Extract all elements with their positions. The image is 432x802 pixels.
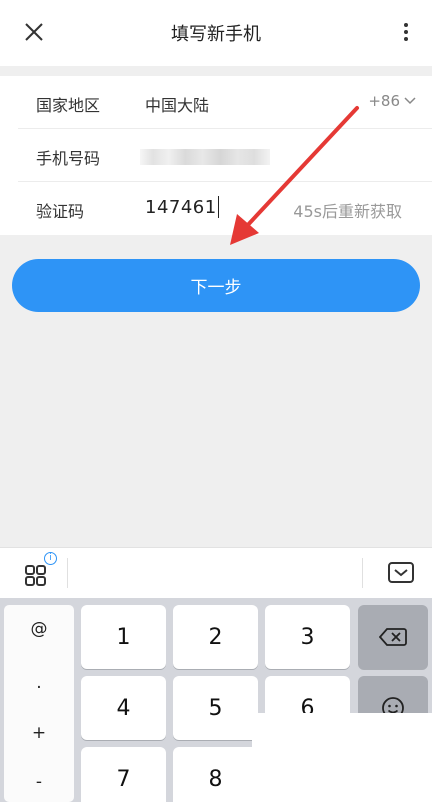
hide-keyboard-button[interactable] [386, 560, 416, 586]
cropped-area [252, 713, 432, 802]
key-2[interactable]: 2 [173, 605, 258, 669]
text-caret [217, 196, 220, 218]
symbol-key-dot[interactable]: . [4, 673, 74, 693]
key-7[interactable]: 7 [81, 747, 166, 802]
key-3[interactable]: 3 [265, 605, 350, 669]
more-vertical-icon [404, 23, 408, 41]
keyboard-hide-icon [388, 562, 414, 583]
key-5[interactable]: 5 [173, 676, 258, 740]
phone-number-input[interactable] [140, 149, 270, 165]
region-row[interactable]: 国家地区 中国大陆 +86 [0, 76, 432, 129]
key-4[interactable]: 4 [81, 676, 166, 740]
keyboard-toolbar: i [0, 547, 432, 598]
resend-countdown: 45s后重新获取 [293, 202, 402, 221]
region-value: 中国大陆 [145, 96, 210, 115]
phone-label: 手机号码 [36, 149, 101, 168]
country-code: +86 [368, 92, 400, 110]
symbol-key-minus[interactable]: - [4, 772, 74, 792]
symbol-column: @ . + - [4, 605, 74, 802]
more-button[interactable] [394, 14, 418, 50]
key-8[interactable]: 8 [173, 747, 258, 802]
region-label: 国家地区 [36, 96, 101, 115]
toolbar-divider [67, 558, 68, 588]
toolbar-divider [362, 558, 363, 588]
verification-code-text: 147461 [145, 196, 217, 218]
country-code-select[interactable]: +86 [368, 92, 416, 110]
symbol-key-plus[interactable]: + [4, 723, 74, 743]
app-header: 填写新手机 [0, 0, 432, 66]
page-title: 填写新手机 [171, 24, 261, 45]
chevron-down-icon [404, 97, 416, 105]
symbol-key-at[interactable]: @ [4, 619, 74, 639]
backspace-icon [379, 628, 407, 646]
next-button[interactable]: 下一步 [12, 259, 420, 312]
backspace-key[interactable] [358, 605, 428, 669]
key-1[interactable]: 1 [81, 605, 166, 669]
phone-form: 国家地区 中国大陆 +86 手机号码 验证码 147461 45s后重新获取 [0, 76, 432, 235]
verify-label: 验证码 [36, 202, 85, 221]
verification-code-input[interactable]: 147461 [145, 196, 220, 218]
phone-row: 手机号码 [0, 129, 432, 182]
verify-row: 验证码 147461 45s后重新获取 [0, 182, 432, 235]
info-icon: i [44, 552, 57, 565]
